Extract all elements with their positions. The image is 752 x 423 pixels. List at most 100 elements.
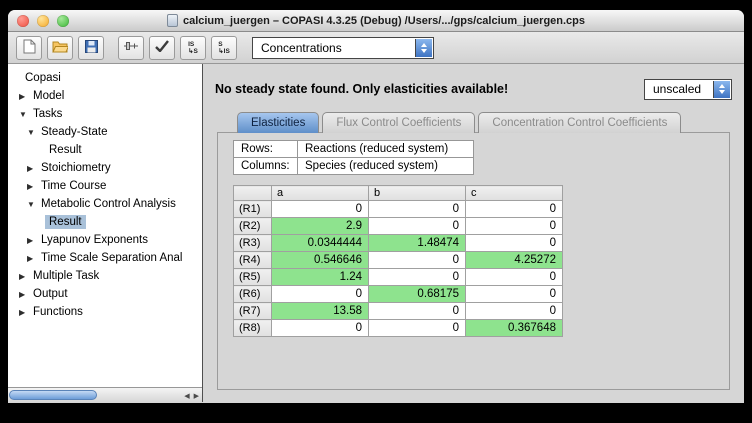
sidebar-horizontal-scrollbar[interactable]: ◀ ▶ [8,387,202,402]
sidebar-item-stoichiometry[interactable]: ▶Stoichiometry [8,159,202,177]
zoom-window-button[interactable] [57,15,69,27]
value-cell[interactable]: 0 [272,286,369,303]
new-file-button[interactable] [16,36,42,60]
value-cell[interactable]: 0.0344444 [272,235,369,252]
slider-icon [123,39,139,56]
table-row: (R8)000.367648 [234,320,563,337]
value-cell[interactable]: 1.24 [272,269,369,286]
collapse-triangle-icon[interactable]: ▼ [27,128,37,137]
scroll-right-arrow-icon[interactable]: ▶ [194,392,199,400]
save-floppy-icon [85,40,98,56]
value-cell[interactable]: 0 [272,201,369,218]
close-window-button[interactable] [17,15,29,27]
status-message: No steady state found. Only elasticities… [215,82,508,96]
task-selector-value: Concentrations [261,41,342,55]
value-cell[interactable]: 2.9 [272,218,369,235]
stepper-icon[interactable] [713,81,730,98]
value-cell[interactable]: 0 [466,235,563,252]
sidebar-item-output[interactable]: ▶Output [8,285,202,303]
sidebar-item-label: Lyapunov Exponents [37,233,152,247]
value-cell[interactable]: 0 [369,269,466,286]
tab-flux-control-coefficients[interactable]: Flux Control Coefficients [322,112,475,133]
sidebar-item-label: Functions [29,305,87,319]
sbml-export-icon: S ↳IS [218,41,230,55]
titlebar[interactable]: calcium_juergen – COPASI 4.3.25 (Debug) … [8,10,744,32]
stepper-icon[interactable] [415,39,432,57]
tab-concentration-control-coefficients[interactable]: Concentration Control Coefficients [478,112,681,133]
value-cell[interactable]: 0 [369,320,466,337]
sidebar-item-model[interactable]: ▶Model [8,87,202,105]
sidebar-item-label: Tasks [29,107,66,121]
tab-elasticities[interactable]: Elasticities [237,112,319,133]
sidebar-item-metabolic-control-analysis[interactable]: ▼Metabolic Control Analysis [8,195,202,213]
value-cell[interactable]: 0.367648 [466,320,563,337]
value-cell[interactable]: 0 [369,218,466,235]
sidebar-item-label: Copasi [21,71,65,85]
sidebar-item-label: Output [29,287,72,301]
value-cell[interactable]: 1.48474 [369,235,466,252]
expand-triangle-icon[interactable]: ▶ [27,182,37,191]
row-header-r6: (R6) [234,286,272,303]
minimize-window-button[interactable] [37,15,49,27]
value-cell[interactable]: 0 [369,201,466,218]
value-cell[interactable]: 0 [272,320,369,337]
sbml-import-button[interactable]: IS ↳S [180,36,206,60]
value-cell[interactable]: 0 [466,286,563,303]
value-cell[interactable]: 0.68175 [369,286,466,303]
value-cell[interactable]: 0 [369,252,466,269]
scroll-left-arrow-icon[interactable]: ◀ [184,392,189,400]
sidebar-item-tasks[interactable]: ▼Tasks [8,105,202,123]
task-selector[interactable]: Concentrations [252,37,434,59]
collapse-triangle-icon[interactable]: ▼ [27,200,37,209]
sbml-import-icon: IS ↳S [188,41,198,55]
sidebar-item-label: Metabolic Control Analysis [37,197,180,211]
sbml-export-button[interactable]: S ↳IS [211,36,237,60]
sidebar-item-label: Time Course [37,179,110,193]
sidebar-item-result[interactable]: Result [8,213,202,231]
sidebar-item-time-scale-separation-anal[interactable]: ▶Time Scale Separation Anal [8,249,202,267]
open-file-button[interactable] [47,36,73,60]
value-cell[interactable]: 0 [369,303,466,320]
expand-triangle-icon[interactable]: ▶ [19,272,29,281]
slider-button[interactable] [118,36,144,60]
sidebar-item-label: Steady-State [37,125,111,139]
expand-triangle-icon[interactable]: ▶ [19,92,29,101]
sidebar-item-time-course[interactable]: ▶Time Course [8,177,202,195]
sidebar-item-functions[interactable]: ▶Functions [8,303,202,321]
sidebar-item-steady-state[interactable]: ▼Steady-State [8,123,202,141]
expand-triangle-icon[interactable]: ▶ [27,236,37,245]
sidebar-item-label: Result [45,143,86,157]
value-cell[interactable]: 0 [466,201,563,218]
table-row: Columns: Species (reduced system) [234,158,474,175]
traffic-lights [17,15,69,27]
window-title: calcium_juergen – COPASI 4.3.25 (Debug) … [183,15,585,27]
expand-triangle-icon[interactable]: ▶ [19,290,29,299]
sidebar-item-multiple-task[interactable]: ▶Multiple Task [8,267,202,285]
value-cell[interactable]: 0 [466,269,563,286]
value-cell[interactable]: 0 [466,218,563,235]
scrollbar-thumb[interactable] [9,390,97,400]
table-row: (R1)000 [234,201,563,218]
check-model-button[interactable] [149,36,175,60]
value-cell[interactable]: 13.58 [272,303,369,320]
expand-triangle-icon[interactable]: ▶ [19,308,29,317]
result-tabs: ElasticitiesFlux Control CoefficientsCon… [237,112,732,133]
sidebar-item-result[interactable]: Result [8,141,202,159]
expand-triangle-icon[interactable]: ▶ [27,164,37,173]
value-cell[interactable]: 0.546646 [272,252,369,269]
sidebar-item-lyapunov-exponents[interactable]: ▶Lyapunov Exponents [8,231,202,249]
value-cell[interactable]: 0 [466,303,563,320]
table-row: (R6)00.681750 [234,286,563,303]
value-cell[interactable]: 4.25272 [466,252,563,269]
collapse-triangle-icon[interactable]: ▼ [19,110,29,119]
table-row: (R7)13.5800 [234,303,563,320]
sidebar-item-copasi[interactable]: Copasi [8,69,202,87]
row-header-r1: (R1) [234,201,272,218]
elasticities-table: abc(R1)000(R2)2.900(R3)0.03444441.484740… [233,185,563,337]
expand-triangle-icon[interactable]: ▶ [27,254,37,263]
scale-selector[interactable]: unscaled [644,79,732,100]
save-file-button[interactable] [78,36,104,60]
tree-items: Copasi▶Model▼Tasks▼Steady-StateResult▶St… [8,69,202,321]
table-row: (R5)1.2400 [234,269,563,286]
table-row: (R3)0.03444441.484740 [234,235,563,252]
